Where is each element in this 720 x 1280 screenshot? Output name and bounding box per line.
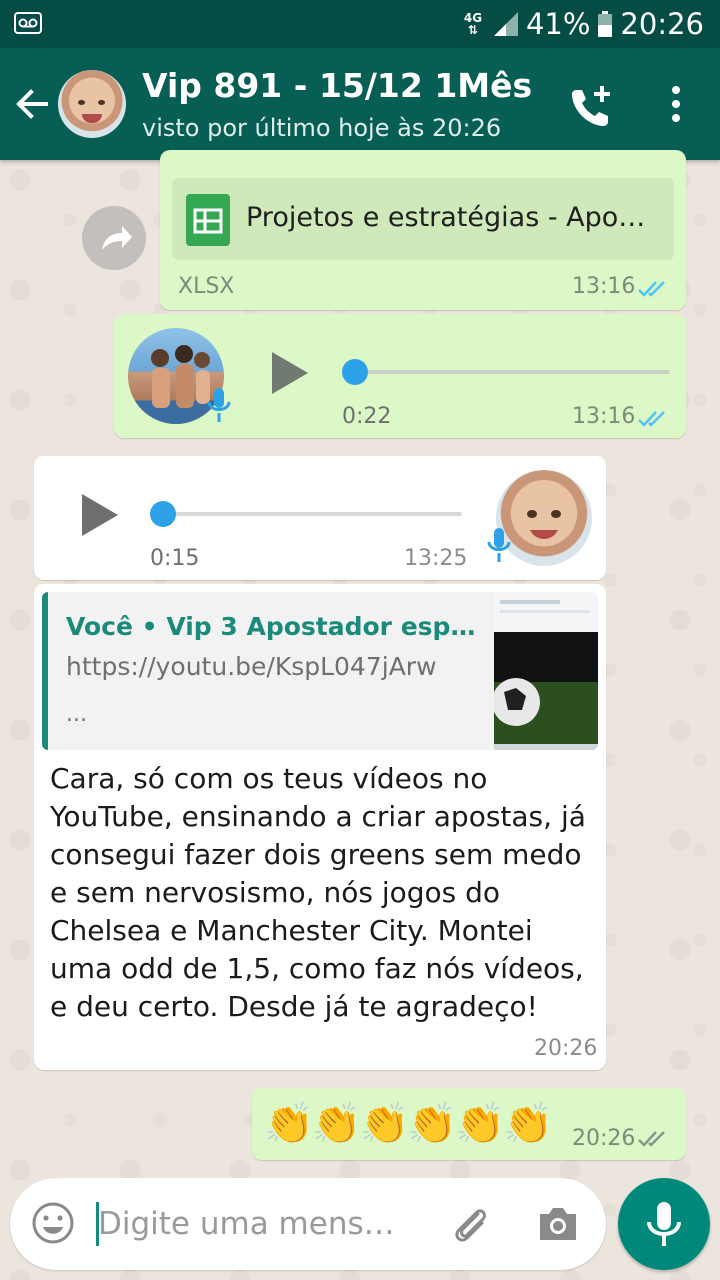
- emoji-message[interactable]: 👏👏👏👏👏👏 20:26: [252, 1088, 686, 1160]
- message-text: Cara, só com os teus vídeos no YouTube, …: [50, 762, 586, 1023]
- message-time: 20:26: [534, 1036, 598, 1061]
- message-time: 13:25: [404, 546, 468, 571]
- network-type: 4G ⇅: [463, 11, 483, 37]
- mic-icon: [207, 388, 231, 422]
- chat-title[interactable]: Vip 891 - 15/12 1Mês: [142, 66, 532, 105]
- forward-button[interactable]: [82, 206, 146, 270]
- message-time: 13:16: [572, 274, 636, 299]
- battery-icon: [598, 11, 613, 37]
- message-composer: [10, 1178, 606, 1270]
- record-voice-button[interactable]: [618, 1178, 710, 1270]
- emoji-icon[interactable]: [30, 1200, 76, 1246]
- mic-icon: [487, 528, 511, 562]
- audio-progress-track[interactable]: [164, 512, 462, 516]
- add-call-icon[interactable]: [568, 84, 614, 130]
- status-bar: 4G ⇅ 41% 20:26: [0, 0, 720, 48]
- signal-icon: [493, 12, 518, 36]
- read-ticks-icon: [638, 411, 665, 427]
- quote-author: Você • Vip 3 Apostador esporti…: [66, 612, 476, 641]
- play-icon[interactable]: [80, 492, 120, 538]
- status-clock: 20:26: [620, 7, 704, 41]
- mic-icon: [647, 1202, 681, 1246]
- message-time: 20:26: [572, 1126, 636, 1151]
- battery-percent: 41%: [525, 7, 591, 41]
- chat-header: Vip 891 - 15/12 1Mês visto por último ho…: [0, 48, 720, 160]
- quote-link: https://youtu.be/KspL047jArw: [66, 652, 437, 681]
- document-message[interactable]: Projetos e estratégias - Apo… XLSX 13:16: [160, 150, 686, 310]
- quoted-message[interactable]: Você • Vip 3 Apostador esporti… https://…: [42, 592, 598, 750]
- play-icon[interactable]: [270, 350, 310, 396]
- voice-message-outgoing[interactable]: 0:22 13:16: [114, 314, 686, 438]
- forward-icon: [102, 226, 132, 250]
- audio-duration: 0:15: [150, 546, 200, 571]
- back-arrow-icon[interactable]: [12, 84, 52, 124]
- more-vert-icon[interactable]: [660, 84, 692, 124]
- audio-duration: 0:22: [342, 404, 392, 429]
- audio-progress-track[interactable]: [354, 370, 670, 374]
- read-ticks-icon: [638, 281, 665, 297]
- emoji-text: 👏👏👏👏👏👏: [264, 1101, 553, 1147]
- camera-icon[interactable]: [536, 1202, 580, 1246]
- voicemail-icon: [14, 12, 42, 34]
- audio-seek-knob[interactable]: [150, 501, 176, 527]
- video-thumbnail: [492, 592, 598, 750]
- document-type: XLSX: [178, 274, 235, 299]
- last-seen-status: visto por último hoje às 20:26: [142, 114, 502, 142]
- spreadsheet-icon: [186, 194, 230, 246]
- delivered-ticks-icon: [638, 1131, 665, 1147]
- document-preview[interactable]: Projetos e estratégias - Apo…: [172, 178, 674, 260]
- quote-ellipsis: ...: [66, 702, 87, 727]
- voice-message-incoming[interactable]: 0:15 13:25: [34, 456, 606, 580]
- document-name: Projetos e estratégias - Apo…: [246, 202, 646, 233]
- attach-icon[interactable]: [448, 1200, 494, 1246]
- text-message-incoming[interactable]: Você • Vip 3 Apostador esporti… https://…: [34, 584, 606, 1070]
- contact-avatar[interactable]: [58, 70, 126, 138]
- audio-seek-knob[interactable]: [342, 359, 368, 385]
- message-time: 13:16: [572, 404, 636, 429]
- message-input[interactable]: [98, 1200, 418, 1248]
